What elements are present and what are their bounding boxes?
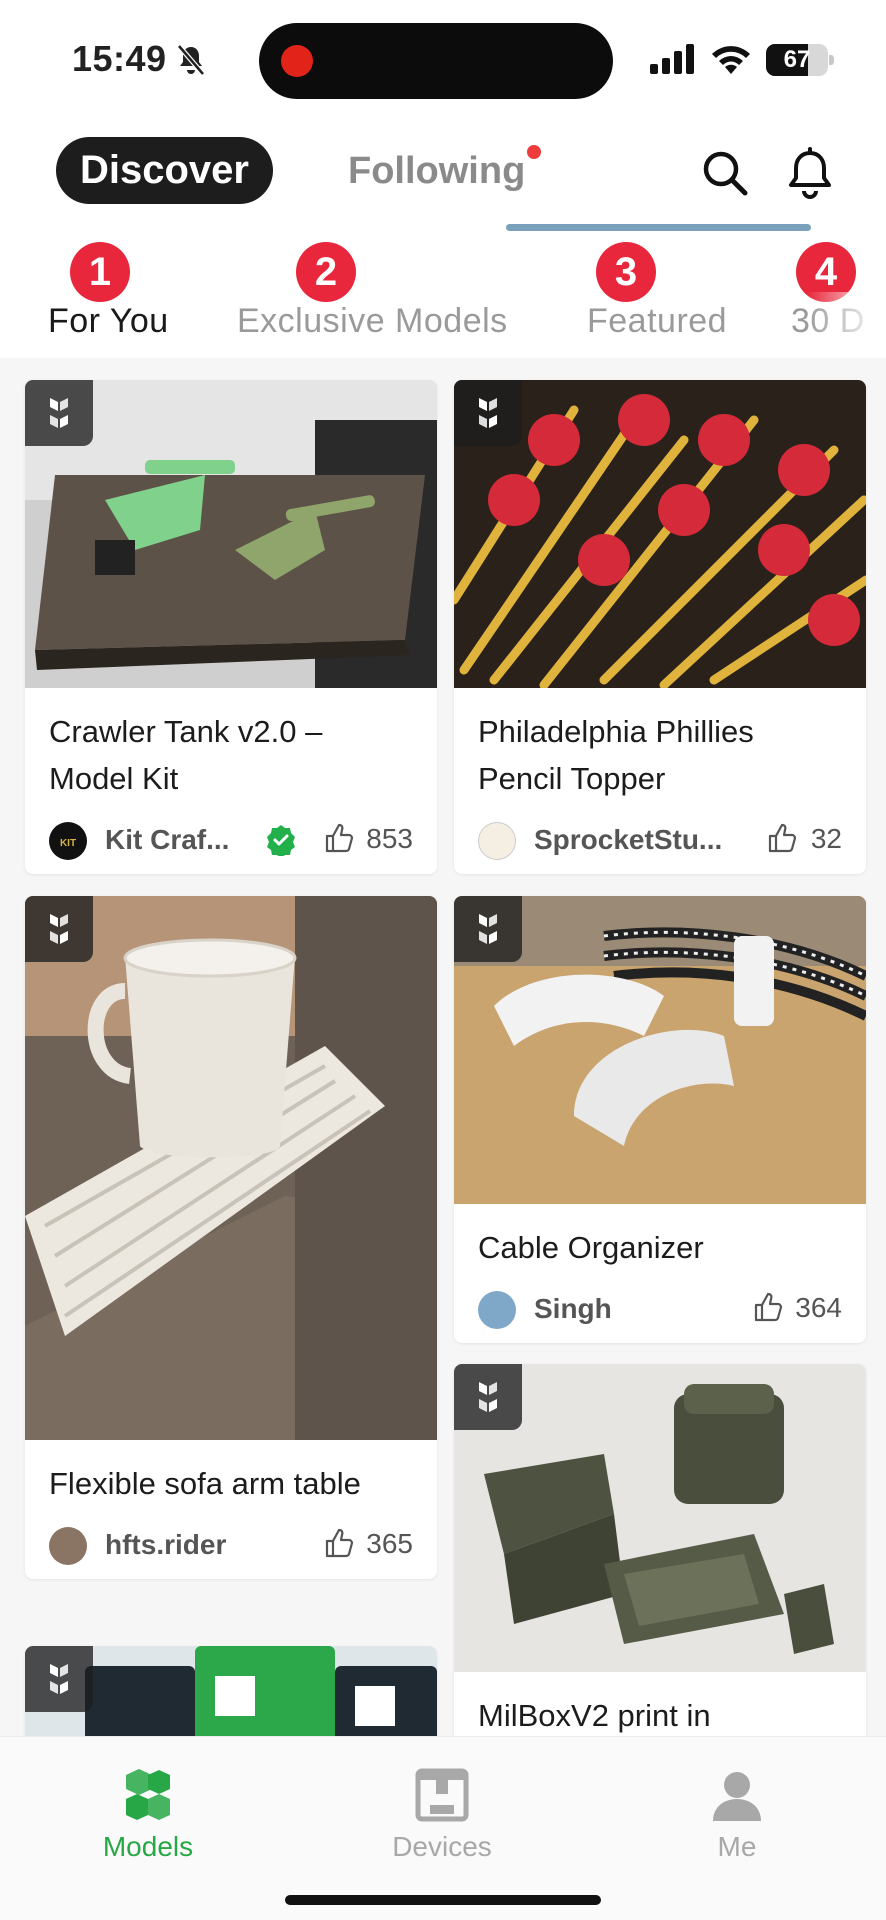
cube-grid-icon	[479, 914, 497, 944]
tab-exclusive-models[interactable]: Exclusive Models	[237, 302, 508, 341]
annotation-badge-1: 1	[70, 242, 130, 302]
card-meta: KIT Kit Craf... 853	[25, 802, 437, 874]
model-type-tag	[25, 1646, 93, 1712]
status-time: 15:49	[72, 38, 167, 79]
tab-featured[interactable]: Featured	[587, 302, 727, 341]
avatar[interactable]	[478, 822, 516, 860]
author-name[interactable]: Kit Craf...	[105, 824, 229, 856]
search-icon[interactable]	[700, 148, 750, 198]
card-meta: Singh 364	[454, 1271, 866, 1343]
bell-icon[interactable]	[786, 147, 834, 199]
cube-grid-icon	[50, 914, 68, 944]
annotation-badge-3: 3	[596, 242, 656, 302]
tab-for-you[interactable]: For You	[48, 302, 169, 341]
tab-discover[interactable]: Discover	[56, 137, 273, 204]
model-thumbnail	[25, 380, 437, 688]
battery-indicator: 67	[766, 44, 834, 76]
cube-grid-icon	[50, 1664, 68, 1694]
model-type-tag	[25, 896, 93, 962]
dynamic-island	[259, 23, 613, 99]
nav-me[interactable]: Me	[662, 1767, 812, 1863]
author-name[interactable]: hfts.rider	[105, 1529, 226, 1561]
model-type-tag	[454, 896, 522, 962]
avatar[interactable]: KIT	[49, 822, 87, 860]
model-thumbnail	[25, 896, 437, 1440]
cube-grid-icon	[50, 398, 68, 428]
model-card[interactable]: Philadelphia Phillies Pencil Topper Spro…	[454, 380, 866, 874]
svg-text:KIT: KIT	[60, 838, 76, 849]
bottom-nav: Models Devices Me	[0, 1736, 886, 1920]
cube-grid-icon	[479, 1382, 497, 1412]
model-title: Flexible sofa arm table	[49, 1466, 361, 1501]
like-count: 853	[366, 823, 413, 854]
model-type-tag	[454, 380, 522, 446]
nav-label: Devices	[392, 1831, 492, 1862]
model-title: Crawler Tank v2.0 – Model Kit	[49, 714, 323, 796]
user-icon	[713, 1772, 761, 1821]
nav-models[interactable]: Models	[73, 1767, 223, 1863]
avatar[interactable]	[49, 1527, 87, 1565]
model-title: Philadelphia Phillies Pencil Topper	[478, 714, 754, 796]
following-unread-dot	[527, 145, 541, 159]
recording-indicator	[281, 45, 313, 77]
model-thumbnail	[454, 1364, 866, 1672]
model-title: MilBoxV2 print in	[478, 1698, 711, 1733]
like-count: 32	[810, 823, 842, 854]
nav-devices[interactable]: Devices	[367, 1767, 517, 1863]
tab-following[interactable]: Following	[348, 150, 525, 193]
model-card[interactable]: MilBoxV2 print in	[454, 1364, 866, 1736]
model-feed: Crawler Tank v2.0 – Model Kit KIT Kit Cr…	[0, 358, 886, 1736]
model-card[interactable]: Flexible sofa arm table hfts.rider 365	[25, 896, 437, 1579]
nav-label: Me	[717, 1831, 757, 1862]
model-type-tag	[454, 1364, 522, 1430]
like-count: 365	[366, 1528, 413, 1559]
models-icon	[126, 1769, 170, 1820]
home-indicator	[285, 1895, 601, 1905]
model-thumbnail	[454, 896, 866, 1204]
model-card[interactable]	[25, 1646, 437, 1736]
bell-slash-icon	[177, 44, 205, 76]
model-thumbnail	[25, 1646, 437, 1736]
author-name[interactable]: SprocketStu...	[534, 824, 722, 856]
thumbs-up-icon[interactable]	[323, 1527, 355, 1559]
card-meta: hfts.rider 365	[25, 1507, 437, 1579]
model-type-tag	[25, 380, 93, 446]
verified-badge-icon	[267, 825, 295, 856]
card-meta: SprocketStu... 32	[454, 802, 866, 874]
top-header: Discover Following	[0, 120, 886, 242]
model-thumbnail	[454, 380, 866, 688]
cellular-signal-icon	[650, 44, 694, 74]
model-card[interactable]: Crawler Tank v2.0 – Model Kit KIT Kit Cr…	[25, 380, 437, 874]
status-bar: 15:49 67	[0, 0, 886, 120]
annotation-badge-2: 2	[296, 242, 356, 302]
avatar[interactable]	[478, 1291, 516, 1329]
thumbs-up-icon[interactable]	[323, 822, 355, 854]
printer-icon	[415, 1768, 469, 1822]
like-count: 364	[795, 1292, 842, 1323]
wifi-icon	[712, 46, 750, 74]
cube-grid-icon	[479, 398, 497, 428]
banner-scroll-bar	[506, 224, 811, 231]
author-name[interactable]: Singh	[534, 1293, 612, 1325]
battery-percent: 67	[783, 46, 811, 73]
model-card[interactable]: Cable Organizer Singh 364	[454, 896, 866, 1343]
thumbs-up-icon[interactable]	[766, 822, 798, 854]
model-title: Cable Organizer	[478, 1230, 704, 1265]
category-tabs: 1 For You 2 Exclusive Models 3 Featured …	[0, 242, 886, 358]
thumbs-up-icon[interactable]	[752, 1291, 784, 1323]
nav-label: Models	[102, 1831, 194, 1862]
